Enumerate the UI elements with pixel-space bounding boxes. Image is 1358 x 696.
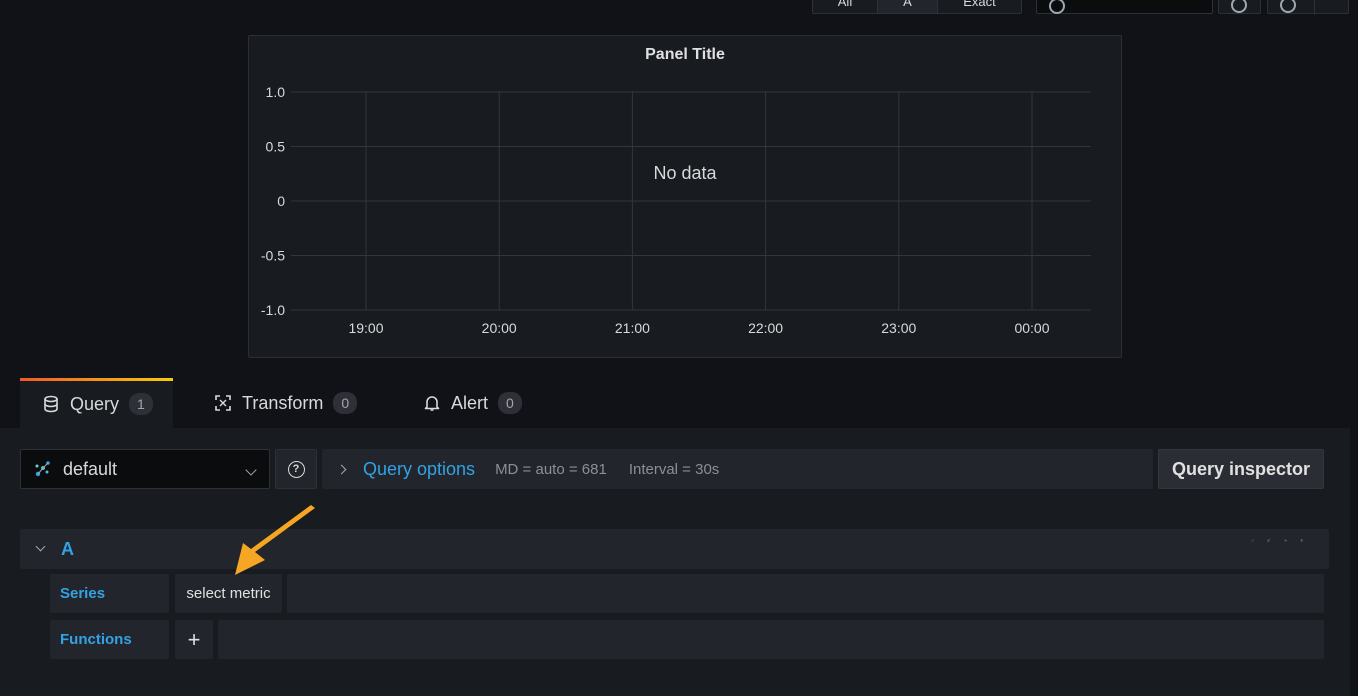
- tab-transform-label: Transform: [242, 392, 324, 413]
- tab-transform-count: 0: [333, 392, 358, 414]
- max-data-points-info: MD = auto = 681: [495, 460, 607, 478]
- x-tick-label: 21:00: [615, 320, 650, 336]
- tab-transform[interactable]: Transform 0: [214, 378, 358, 428]
- query-options-title[interactable]: Query options: [363, 459, 475, 480]
- datasource-name: default: [63, 458, 118, 479]
- query-options-bar[interactable]: Query options MD = auto = 681 Interval =…: [322, 449, 1153, 489]
- functions-filler: [218, 620, 1324, 659]
- tab-alert-label: Alert: [451, 392, 489, 413]
- bell-icon: [424, 396, 440, 411]
- refresh-divider: [1314, 0, 1315, 15]
- query-ref-id[interactable]: A: [61, 539, 74, 560]
- y-tick-label: 0.5: [266, 139, 286, 155]
- graph-canvas: 1.0 0.5 0 -0.5 -1.0 19:00 20:00 21:00 22:00 23:0…: [261, 84, 1091, 336]
- x-tick-label: 22:00: [748, 320, 783, 336]
- graph-grid: [291, 91, 1091, 311]
- zoom-out-button[interactable]: [1218, 0, 1261, 14]
- tab-alert-count: 0: [498, 392, 522, 414]
- tab-query[interactable]: Query 1: [20, 378, 173, 428]
- x-tick-label: 19:00: [348, 320, 383, 336]
- database-icon: [44, 395, 58, 413]
- no-data-label: No data: [653, 163, 717, 183]
- editor-tabs: Query 1 Transform 0 Alert 0: [0, 378, 1358, 428]
- tab-query-label: Query: [70, 393, 120, 414]
- y-tick-label: -0.5: [261, 248, 285, 264]
- zoom-out-icon: [1231, 0, 1247, 13]
- refresh-button[interactable]: [1267, 0, 1349, 15]
- question-circle-icon: ?: [287, 460, 305, 478]
- drag-handle-icon[interactable]: [1316, 539, 1317, 542]
- datasource-help-button[interactable]: ?: [275, 449, 317, 489]
- collapse-chevron-icon[interactable]: [35, 541, 46, 552]
- y-axis-ticks: 1.0 0.5 0 -0.5 -1.0: [261, 84, 285, 318]
- datasource-picker[interactable]: default: [20, 449, 270, 489]
- time-range-button-all[interactable]: All: [813, 0, 878, 13]
- edit-icon[interactable]: [1251, 539, 1254, 542]
- series-filler: [287, 574, 1324, 613]
- time-range-button-exact[interactable]: Exact: [938, 0, 1021, 13]
- transform-icon: [215, 395, 231, 411]
- add-function-button[interactable]: +: [175, 620, 213, 659]
- query-inspector-button[interactable]: Query inspector: [1158, 449, 1324, 489]
- annotation-arrow: [235, 505, 315, 575]
- series-label: Series: [50, 574, 169, 613]
- x-tick-label: 23:00: [881, 320, 916, 336]
- eye-icon[interactable]: [1283, 539, 1287, 542]
- y-tick-label: -1.0: [261, 302, 285, 318]
- clock-icon: [1049, 0, 1065, 14]
- interval-info: Interval = 30s: [628, 460, 720, 478]
- chevron-down-icon: [245, 464, 257, 476]
- graph-panel[interactable]: Panel Title 1.0 0.5 0 -0.5 -1.0 19:00 20:00 21…: [248, 35, 1122, 358]
- refresh-icon: [1280, 0, 1296, 13]
- functions-label: Functions: [50, 620, 169, 659]
- x-tick-label: 20:00: [482, 320, 517, 336]
- trash-icon[interactable]: [1300, 539, 1303, 542]
- y-tick-label: 1.0: [266, 84, 286, 100]
- x-tick-label: 00:00: [1014, 320, 1049, 336]
- query-row-header[interactable]: A: [20, 529, 1329, 569]
- tab-alert[interactable]: Alert 0: [423, 378, 522, 428]
- y-tick-label: 0: [277, 193, 285, 209]
- time-range-button-active[interactable]: A: [878, 0, 938, 13]
- query-row-actions: [1251, 539, 1317, 542]
- graphite-logo-icon: [35, 461, 50, 477]
- x-axis-ticks: 19:00 20:00 21:00 22:00 23:00 00:00: [348, 320, 1049, 336]
- tab-query-count: 1: [129, 393, 153, 415]
- duplicate-icon[interactable]: [1267, 539, 1271, 542]
- time-picker-input[interactable]: [1036, 0, 1213, 14]
- chevron-right-icon: [336, 464, 347, 474]
- time-range-button-group: All A Exact: [812, 0, 1022, 14]
